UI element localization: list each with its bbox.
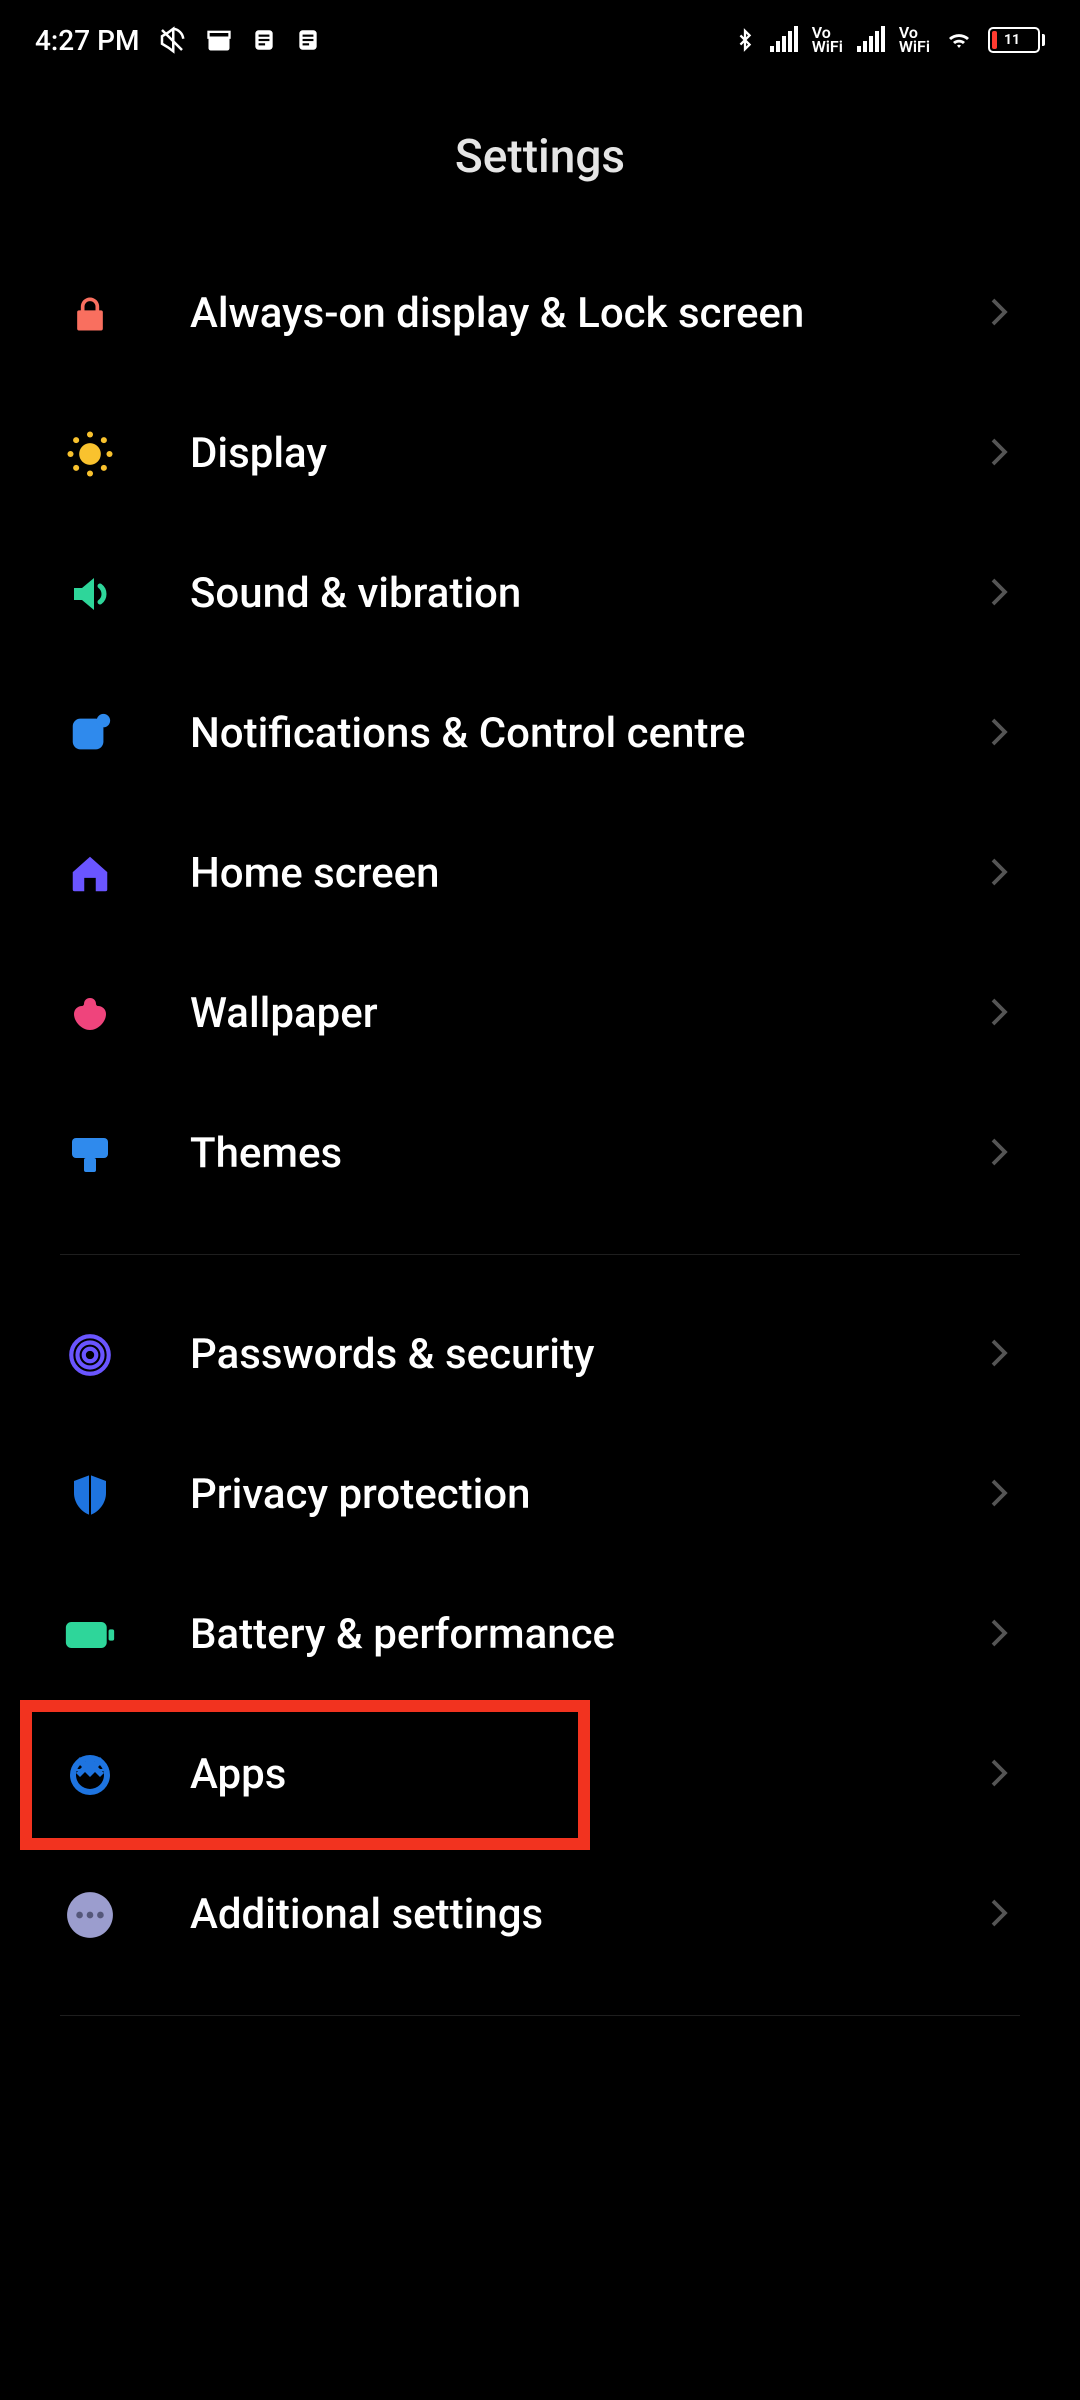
- settings-item-wallpaper[interactable]: Wallpaper: [60, 944, 1020, 1084]
- home-icon: [60, 844, 120, 904]
- bluetooth-icon: [734, 25, 756, 55]
- settings-item-passwords[interactable]: Passwords & security: [60, 1285, 1020, 1425]
- signal-icon-1: [770, 28, 798, 52]
- signal-icon-2: [857, 28, 885, 52]
- chevron-right-icon: [990, 437, 1020, 471]
- document-icon: [251, 26, 277, 54]
- settings-item-battery[interactable]: Battery & performance: [60, 1565, 1020, 1705]
- item-label: Sound & vibration: [120, 567, 990, 622]
- notification-icon: [60, 704, 120, 764]
- item-label: Wallpaper: [120, 987, 990, 1042]
- chevron-right-icon: [990, 297, 1020, 331]
- status-bar: 4:27 PM VoWiFi VoWiFi 11: [0, 0, 1080, 80]
- settings-item-always-on-display[interactable]: Always-on display & Lock screen: [60, 244, 1020, 384]
- theme-icon: [60, 1124, 120, 1184]
- item-label: Home screen: [120, 847, 990, 902]
- chevron-right-icon: [990, 717, 1020, 751]
- vowifi-label-1: VoWiFi: [812, 26, 843, 55]
- status-left: 4:27 PM: [35, 24, 321, 57]
- battery-icon: [60, 1605, 120, 1665]
- item-label: Additional settings: [120, 1888, 990, 1943]
- settings-item-apps[interactable]: Apps: [60, 1705, 1020, 1845]
- page-title: Settings: [0, 80, 1080, 244]
- settings-item-additional[interactable]: Additional settings: [60, 1845, 1020, 1985]
- speaker-icon: [60, 564, 120, 624]
- status-time: 4:27 PM: [35, 24, 139, 57]
- item-label: Apps: [120, 1748, 990, 1803]
- chevron-right-icon: [990, 1618, 1020, 1652]
- section-divider: [60, 2015, 1020, 2016]
- section-divider: [60, 1254, 1020, 1255]
- status-right: VoWiFi VoWiFi 11: [734, 25, 1045, 55]
- item-label: Battery & performance: [120, 1608, 990, 1663]
- settings-item-notifications[interactable]: Notifications & Control centre: [60, 664, 1020, 804]
- settings-item-themes[interactable]: Themes: [60, 1084, 1020, 1224]
- wallpaper-icon: [60, 984, 120, 1044]
- chevron-right-icon: [990, 1137, 1020, 1171]
- calendar-icon: [205, 26, 233, 54]
- chevron-right-icon: [990, 1898, 1020, 1932]
- settings-item-privacy[interactable]: Privacy protection: [60, 1425, 1020, 1565]
- privacy-icon: [60, 1465, 120, 1525]
- fingerprint-icon: [60, 1325, 120, 1385]
- item-label: Themes: [120, 1127, 990, 1182]
- apps-icon: [60, 1745, 120, 1805]
- mute-icon: [157, 25, 187, 55]
- chevron-right-icon: [990, 577, 1020, 611]
- vowifi-label-2: VoWiFi: [899, 26, 930, 55]
- settings-item-display[interactable]: Display: [60, 384, 1020, 524]
- chevron-right-icon: [990, 857, 1020, 891]
- settings-item-sound[interactable]: Sound & vibration: [60, 524, 1020, 664]
- settings-list: Always-on display & Lock screen Display …: [0, 244, 1080, 2016]
- brightness-icon: [60, 424, 120, 484]
- item-label: Notifications & Control centre: [120, 707, 990, 762]
- more-icon: [60, 1885, 120, 1945]
- lock-icon: [60, 284, 120, 344]
- item-label: Always-on display & Lock screen: [120, 287, 990, 342]
- battery-indicator: 11: [988, 27, 1045, 53]
- item-label: Passwords & security: [120, 1328, 990, 1383]
- chevron-right-icon: [990, 997, 1020, 1031]
- chevron-right-icon: [990, 1758, 1020, 1792]
- item-label: Privacy protection: [120, 1468, 990, 1523]
- wifi-icon: [944, 28, 974, 52]
- chevron-right-icon: [990, 1478, 1020, 1512]
- document-icon-2: [295, 26, 321, 54]
- item-label: Display: [120, 427, 990, 482]
- settings-item-home-screen[interactable]: Home screen: [60, 804, 1020, 944]
- chevron-right-icon: [990, 1338, 1020, 1372]
